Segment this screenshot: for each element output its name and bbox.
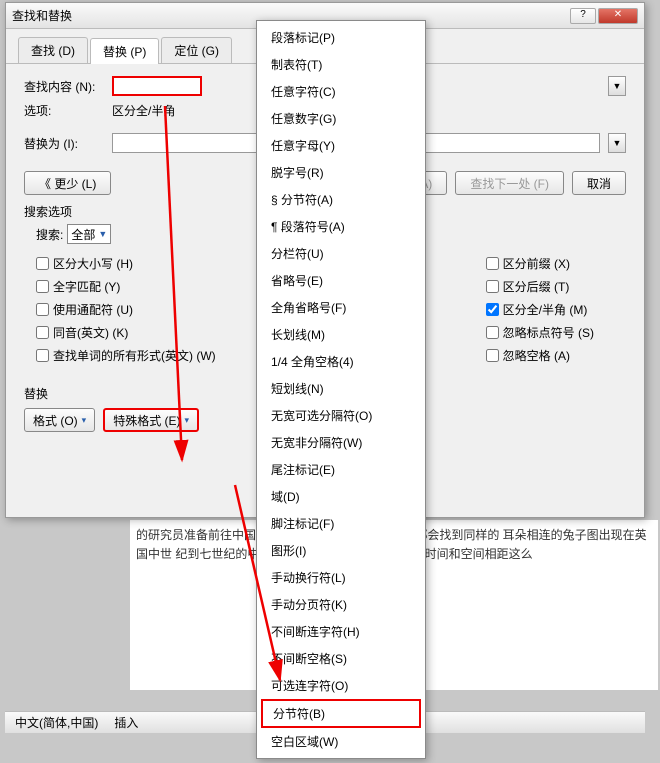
menu-item[interactable]: 任意数字(G) bbox=[257, 105, 425, 132]
menu-item[interactable]: 分栏符(U) bbox=[257, 240, 425, 267]
menu-item[interactable]: 无宽非分隔符(W) bbox=[257, 429, 425, 456]
checkbox-label: 区分后缀 (T) bbox=[503, 278, 570, 295]
menu-item[interactable]: 任意字符(C) bbox=[257, 78, 425, 105]
checkbox-option[interactable]: 忽略标点符号 (S) bbox=[486, 324, 594, 341]
format-button[interactable]: 格式 (O) ▾ bbox=[24, 408, 95, 432]
find-next-button[interactable]: 查找下一处 (F) bbox=[455, 171, 564, 195]
menu-item[interactable]: 尾注标记(E) bbox=[257, 456, 425, 483]
menu-item[interactable]: 短划线(N) bbox=[257, 375, 425, 402]
menu-item[interactable]: 1/4 全角空格(4) bbox=[257, 348, 425, 375]
menu-item[interactable]: 段落标记(P) bbox=[257, 24, 425, 51]
chevron-down-icon: ▼ bbox=[98, 229, 107, 239]
search-direction-select[interactable]: 全部 ▼ bbox=[67, 224, 111, 244]
menu-item[interactable]: 不间断空格(S) bbox=[257, 645, 425, 672]
checkbox[interactable] bbox=[486, 303, 499, 316]
checkbox-label: 使用通配符 (U) bbox=[53, 301, 133, 318]
tab-replace[interactable]: 替换 (P) bbox=[90, 38, 159, 64]
less-button[interactable]: 《 更少 (L) bbox=[24, 171, 111, 195]
help-button[interactable]: ? bbox=[570, 8, 596, 24]
checkbox-label: 区分全/半角 (M) bbox=[503, 301, 588, 318]
menu-item[interactable]: 不间断连字符(H) bbox=[257, 618, 425, 645]
checkbox[interactable] bbox=[486, 326, 499, 339]
special-format-menu: 段落标记(P)制表符(T)任意字符(C)任意数字(G)任意字母(Y)脱字号(R)… bbox=[256, 20, 426, 759]
menu-item[interactable]: 全角省略号(F) bbox=[257, 294, 425, 321]
caret-down-icon: ▾ bbox=[185, 415, 190, 426]
menu-item[interactable]: 省略号(E) bbox=[257, 267, 425, 294]
menu-item[interactable]: 脱字号(R) bbox=[257, 159, 425, 186]
menu-item[interactable]: 脚注标记(F) bbox=[257, 510, 425, 537]
find-history-dropdown[interactable]: ▼ bbox=[608, 76, 626, 96]
tab-find[interactable]: 查找 (D) bbox=[18, 37, 88, 63]
special-button-label: 特殊格式 (E) bbox=[113, 412, 180, 429]
menu-item[interactable]: 可选连字符(O) bbox=[257, 672, 425, 699]
options-value: 区分全/半角 bbox=[112, 102, 175, 119]
cancel-button[interactable]: 取消 bbox=[572, 171, 626, 195]
menu-item[interactable]: 长划线(M) bbox=[257, 321, 425, 348]
checkbox[interactable] bbox=[36, 280, 49, 293]
close-button[interactable]: ✕ bbox=[598, 8, 638, 24]
menu-item[interactable]: 空白区域(W) bbox=[257, 728, 425, 755]
tab-goto[interactable]: 定位 (G) bbox=[161, 37, 232, 63]
special-format-button[interactable]: 特殊格式 (E) ▾ bbox=[103, 408, 199, 432]
find-label: 查找内容 (N): bbox=[24, 78, 104, 95]
menu-item[interactable]: 任意字母(Y) bbox=[257, 132, 425, 159]
checkbox-label: 全字匹配 (Y) bbox=[53, 278, 120, 295]
search-direction-value: 全部 bbox=[71, 226, 95, 243]
status-language: 中文(简体,中国) bbox=[15, 714, 98, 731]
menu-item[interactable]: § 分节符(A) bbox=[257, 186, 425, 213]
checkbox[interactable] bbox=[486, 280, 499, 293]
find-input[interactable] bbox=[112, 76, 202, 96]
checkbox-option[interactable]: 忽略空格 (A) bbox=[486, 347, 594, 364]
format-button-label: 格式 (O) bbox=[33, 412, 78, 429]
menu-item[interactable]: ¶ 段落符号(A) bbox=[257, 213, 425, 240]
checkbox[interactable] bbox=[486, 349, 499, 362]
checkbox-option[interactable]: 查找单词的所有形式(英文) (W) bbox=[36, 347, 216, 364]
replace-label: 替换为 (I): bbox=[24, 135, 104, 152]
checkbox-label: 忽略标点符号 (S) bbox=[503, 324, 594, 341]
menu-item[interactable]: 手动换行符(L) bbox=[257, 564, 425, 591]
menu-item[interactable]: 手动分页符(K) bbox=[257, 591, 425, 618]
checkbox-option[interactable]: 区分后缀 (T) bbox=[486, 278, 594, 295]
checkbox[interactable] bbox=[36, 326, 49, 339]
checkbox-option[interactable]: 全字匹配 (Y) bbox=[36, 278, 216, 295]
menu-item[interactable]: 域(D) bbox=[257, 483, 425, 510]
menu-item[interactable]: 制表符(T) bbox=[257, 51, 425, 78]
caret-down-icon: ▾ bbox=[82, 415, 87, 426]
menu-item[interactable]: 图形(I) bbox=[257, 537, 425, 564]
checkbox-label: 查找单词的所有形式(英文) (W) bbox=[53, 347, 216, 364]
checkbox[interactable] bbox=[36, 349, 49, 362]
search-direction-label: 搜索: bbox=[36, 226, 63, 243]
menu-item[interactable]: 无宽可选分隔符(O) bbox=[257, 402, 425, 429]
checkbox-label: 区分前缀 (X) bbox=[503, 255, 570, 272]
checkbox-label: 区分大小写 (H) bbox=[53, 255, 133, 272]
status-mode: 插入 bbox=[114, 714, 138, 731]
checkbox-label: 忽略空格 (A) bbox=[503, 347, 570, 364]
replace-history-dropdown[interactable]: ▼ bbox=[608, 133, 626, 153]
checkbox[interactable] bbox=[36, 257, 49, 270]
checkbox-option[interactable]: 区分大小写 (H) bbox=[36, 255, 216, 272]
checkbox-label: 同音(英文) (K) bbox=[53, 324, 128, 341]
checkbox-option[interactable]: 区分全/半角 (M) bbox=[486, 301, 594, 318]
checkbox-option[interactable]: 区分前缀 (X) bbox=[486, 255, 594, 272]
checkbox-option[interactable]: 使用通配符 (U) bbox=[36, 301, 216, 318]
checkbox-option[interactable]: 同音(英文) (K) bbox=[36, 324, 216, 341]
options-label: 选项: bbox=[24, 102, 104, 119]
checkbox[interactable] bbox=[36, 303, 49, 316]
menu-item[interactable]: 分节符(B) bbox=[261, 699, 421, 728]
checkbox[interactable] bbox=[486, 257, 499, 270]
